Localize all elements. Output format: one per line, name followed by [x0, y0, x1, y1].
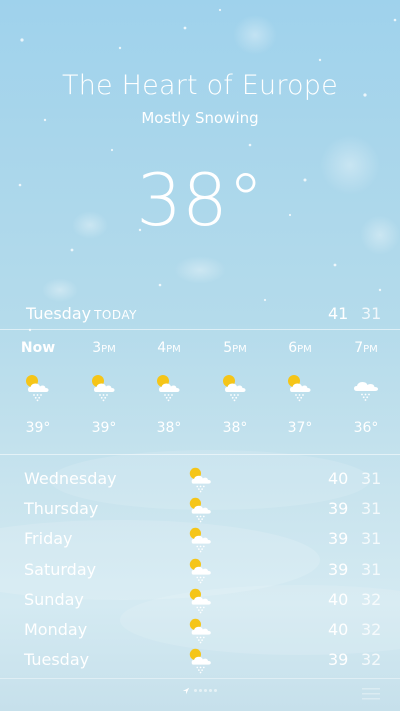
location-header: The Heart of Europe Mostly Snowing	[0, 68, 400, 128]
hour-label: 5PM	[223, 340, 247, 356]
daily-low: 31	[361, 499, 382, 519]
daily-low: 31	[361, 529, 382, 549]
page-dot	[194, 689, 197, 692]
today-tag: TODAY	[94, 308, 138, 322]
divider-footer	[0, 678, 400, 679]
daily-low: 32	[361, 650, 382, 670]
today-high: 41	[328, 304, 349, 323]
location-name: The Heart of Europe	[62, 70, 338, 101]
hourly-forecast[interactable]: Now 39° 3PM 39° 4PM 38° 5PM 38° 6PM 37° …	[0, 338, 400, 444]
partly-cloudy-snow-icon	[186, 465, 216, 493]
page-dot	[214, 689, 217, 692]
partly-cloudy-snow-icon	[209, 372, 261, 402]
page-dot	[204, 689, 207, 692]
partly-cloudy-snow-icon	[143, 372, 195, 402]
hour-label: 7PM	[354, 340, 378, 356]
daily-high: 40	[328, 589, 349, 609]
daily-row: Saturday 39 31	[0, 557, 400, 587]
daily-day: Wednesday	[24, 469, 117, 488]
hour-item: 3PM 39°	[78, 338, 130, 436]
daily-high: 39	[328, 529, 349, 549]
daily-high: 40	[328, 619, 349, 639]
page-dot	[209, 689, 212, 692]
hour-item: Now 39°	[12, 338, 64, 436]
daily-low: 31	[361, 469, 382, 488]
daily-row: Monday 40 32	[0, 617, 400, 647]
hour-temp: 37°	[287, 420, 313, 436]
location-arrow-icon	[182, 687, 190, 694]
daily-forecast[interactable]: Wednesday 40 31 Thursday 39 31 Friday 39…	[0, 466, 400, 677]
daily-day: Saturday	[24, 559, 97, 579]
hour-temp: 39°	[91, 420, 117, 436]
today-day-name: Tuesday	[26, 304, 92, 323]
hour-label: 3PM	[92, 340, 116, 356]
page-indicator[interactable]	[0, 686, 400, 695]
current-temperature: 38°	[136, 158, 264, 242]
daily-day: Sunday	[24, 589, 84, 609]
partly-cloudy-snow-icon	[186, 525, 216, 553]
daily-high: 39	[328, 499, 349, 519]
hour-temp: 39°	[25, 420, 51, 436]
partly-cloudy-snow-icon	[186, 616, 216, 644]
hour-label: 6PM	[288, 340, 312, 356]
daily-day: Tuesday	[24, 650, 90, 670]
partly-cloudy-snow-icon	[186, 556, 216, 584]
daily-high: 40	[328, 469, 349, 488]
daily-low: 31	[361, 559, 382, 579]
divider-bottom	[0, 454, 400, 455]
hour-item: 6PM 37°	[274, 338, 326, 436]
list-menu-icon[interactable]	[362, 688, 380, 700]
daily-low: 32	[361, 589, 382, 609]
hour-temp: 38°	[156, 420, 182, 436]
partly-cloudy-snow-icon	[78, 372, 130, 402]
partly-cloudy-snow-icon	[274, 372, 326, 402]
hour-item: 5PM 38°	[209, 338, 261, 436]
hour-temp: 38°	[222, 420, 248, 436]
hour-item: 4PM 38°	[143, 338, 195, 436]
daily-row: Tuesday 39 32	[0, 647, 400, 677]
daily-day: Friday	[24, 529, 73, 549]
page-dot	[199, 689, 202, 692]
daily-day: Thursday	[24, 499, 99, 519]
daily-row: Wednesday 40 31	[0, 466, 400, 496]
cloudy-snow-icon	[340, 372, 392, 402]
daily-day: Monday	[24, 619, 88, 639]
today-low: 31	[361, 304, 382, 323]
today-summary-row: Tuesday TODAY 41 31	[0, 302, 400, 328]
divider-top	[0, 329, 400, 330]
daily-row: Friday 39 31	[0, 526, 400, 556]
partly-cloudy-snow-icon	[186, 495, 216, 523]
partly-cloudy-snow-icon	[186, 586, 216, 614]
today-day: Tuesday TODAY	[26, 304, 137, 323]
hour-temp: 36°	[353, 420, 379, 436]
hour-label: Now	[20, 340, 56, 356]
partly-cloudy-snow-icon	[12, 372, 64, 402]
daily-high: 39	[328, 559, 349, 579]
hour-item: 7PM 36°	[340, 338, 392, 436]
hour-label: 4PM	[157, 340, 181, 356]
daily-row: Sunday 40 32	[0, 587, 400, 617]
daily-high: 39	[328, 650, 349, 670]
daily-row: Thursday 39 31	[0, 496, 400, 526]
partly-cloudy-snow-icon	[186, 646, 216, 674]
weather-condition: Mostly Snowing	[141, 109, 259, 127]
daily-low: 32	[361, 619, 382, 639]
